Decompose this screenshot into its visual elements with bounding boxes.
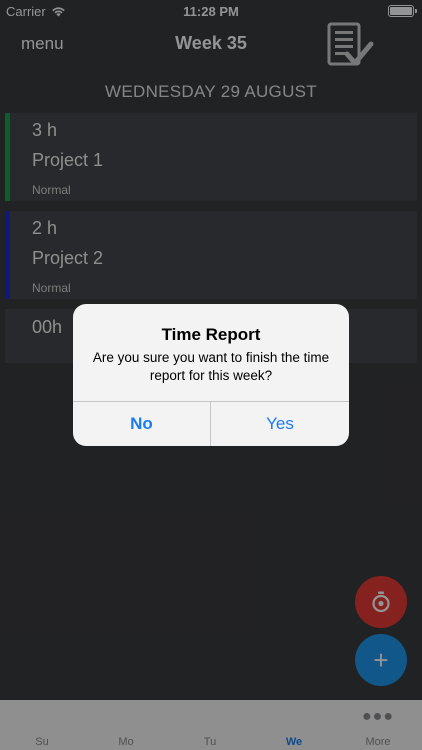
time-report-alert: Time Report Are you sure you want to fin… (73, 304, 349, 446)
yes-button[interactable]: Yes (211, 402, 349, 446)
no-button[interactable]: No (73, 402, 211, 446)
alert-message: Are you sure you want to finish the time… (92, 350, 330, 383)
alert-title: Time Report (161, 325, 261, 344)
